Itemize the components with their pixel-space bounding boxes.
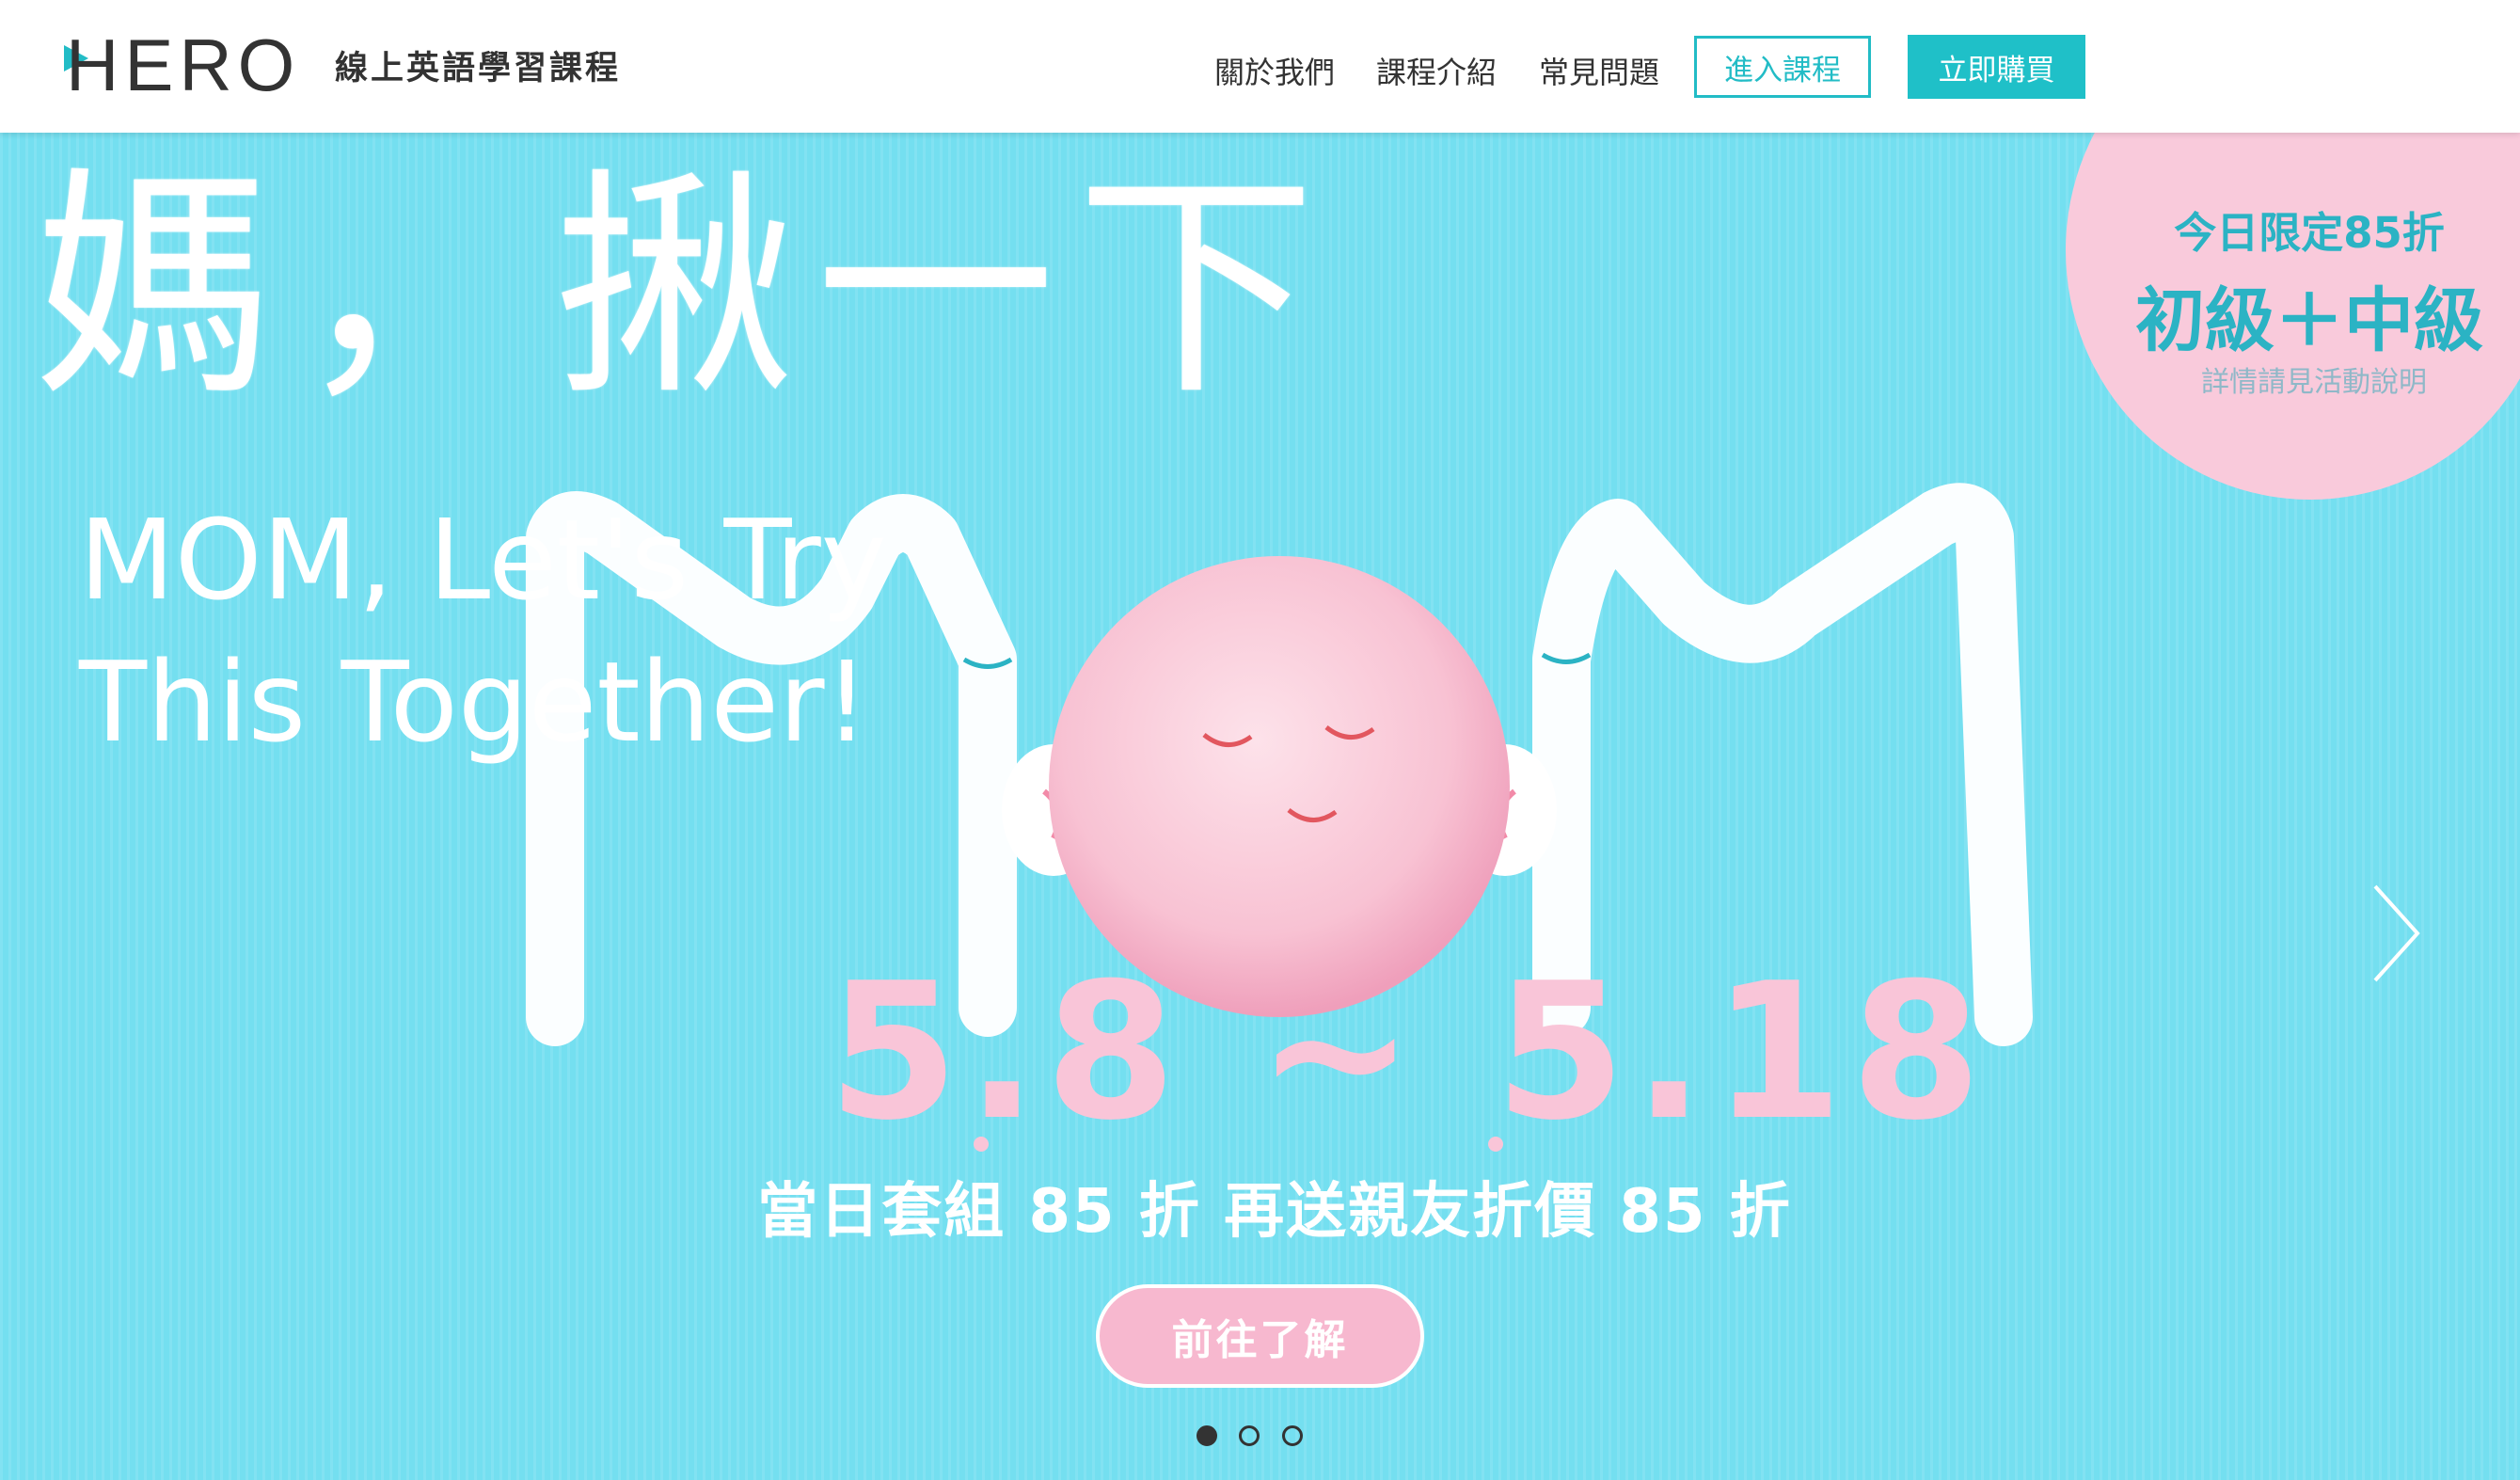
badge-discount-text: 今日限定85折 [2174, 208, 2445, 258]
hero-title-chinese: 媽，揪一下 [34, 149, 1338, 428]
hero-logo[interactable]: HERO [64, 28, 301, 98]
hero-title-english-line1: MOM, Let's Try [79, 495, 887, 625]
chevron-right-icon[interactable] [2370, 882, 2427, 985]
promo-dates: 5.8 ~ 5.18 [828, 943, 1989, 1162]
badge-details-text: 詳情請見活動說明 [2201, 366, 2427, 399]
nav-about[interactable]: 關於我們 [1214, 49, 1335, 92]
badge-level-text: 初級＋中級 [2135, 280, 2483, 361]
site-header: HERO 線上英語學習課程 關於我們 課程介紹 常見問題 進入課程 立即購買 [0, 0, 2520, 133]
enter-course-button[interactable]: 進入課程 [1694, 36, 1871, 98]
carousel-dot-1[interactable] [1197, 1425, 1217, 1446]
hero-banner[interactable]: 媽，揪一下 MOM, Let's Try This Together! 5.8 … [0, 133, 2520, 1480]
buy-now-button[interactable]: 立即購買 [1908, 35, 2085, 99]
site-tagline: 線上英語學習課程 [335, 50, 622, 88]
carousel-dot-2[interactable] [1239, 1425, 1260, 1446]
nav-courses[interactable]: 課程介紹 [1376, 49, 1497, 92]
logo-text: HERO [66, 28, 300, 98]
hero-title-english-line2: This Together! [79, 637, 869, 767]
nav-faq[interactable]: 常見問題 [1539, 49, 1659, 92]
carousel-dot-3[interactable] [1282, 1425, 1303, 1446]
learn-more-button[interactable]: 前往了解 [1096, 1284, 1424, 1388]
promo-offer-text: 當日套組 85 折 再送親友折價 85 折 [757, 1177, 1792, 1247]
